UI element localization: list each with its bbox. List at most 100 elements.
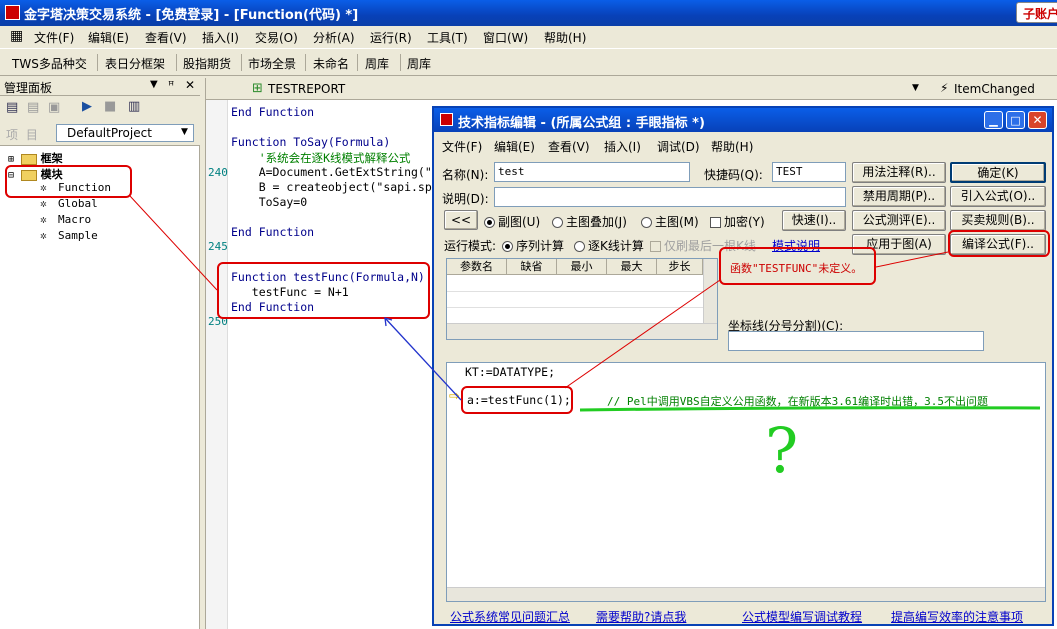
dialog-menu-file[interactable]: 文件(F) — [442, 138, 482, 155]
project-select[interactable]: DefaultProject ▼ — [56, 124, 194, 142]
formula-test-button[interactable]: 公式测评(E).. — [852, 210, 946, 231]
event-combo[interactable]: ItemChanged — [954, 82, 1035, 96]
menu-window[interactable]: 窗口(W) — [483, 29, 528, 46]
toolbar-item[interactable]: 周库 — [405, 54, 433, 73]
toolbar-separator — [305, 54, 306, 71]
menu-insert[interactable]: 插入(I) — [202, 29, 239, 46]
usage-button[interactable]: 用法注释(R).. — [852, 162, 946, 183]
menu-run[interactable]: 运行(R) — [370, 29, 412, 46]
properties-icon[interactable]: ▤ — [6, 100, 18, 115]
editor-header: ⊞ TESTREPORT ▼ ⚡ ItemChanged — [206, 78, 1057, 100]
radio-sub-chart[interactable]: 副图(U) — [484, 213, 540, 230]
dialog-menu-view[interactable]: 查看(V) — [548, 138, 590, 155]
stop-icon[interactable]: ■ — [104, 99, 116, 114]
object-name[interactable]: TESTREPORT — [268, 82, 345, 96]
radio-main-overlay[interactable]: 主图叠加(J) — [552, 213, 627, 230]
tutorial-link[interactable]: 公式模型编写调试教程 — [742, 608, 862, 625]
dialog-title-bar: 技术指标编辑 - (所属公式组 : 手眼指标 *) ▁ □ ✕ — [434, 108, 1052, 132]
checkbox-icon — [650, 241, 661, 252]
menu-trade[interactable]: 交易(O) — [255, 29, 298, 46]
line-number: 245 — [208, 240, 228, 253]
dialog-title: 技术指标编辑 - (所属公式组 : 手眼指标 *) — [458, 116, 705, 131]
tree-item-macro[interactable]: ✲ Macro — [40, 213, 91, 226]
tree-item-sample[interactable]: ✲ Sample — [40, 229, 98, 242]
menu-grip-icon: ▦ — [10, 28, 24, 44]
desc-input[interactable] — [494, 187, 846, 207]
project-label: 项 目 — [6, 128, 40, 142]
menu-analyze[interactable]: 分析(A) — [313, 29, 355, 46]
dialog-menu-debug[interactable]: 调试(D) — [657, 138, 700, 155]
radio-main-chart[interactable]: 主图(M) — [641, 213, 699, 230]
dropdown-icon[interactable]: ▼ — [150, 79, 158, 90]
tree-view-icon[interactable]: ▤ — [27, 100, 39, 115]
folder-icon — [20, 153, 37, 165]
name-input[interactable]: test — [494, 162, 690, 182]
code-hscroll[interactable] — [447, 587, 1045, 601]
grid-row-line — [447, 307, 703, 308]
grid-hscroll[interactable] — [447, 323, 717, 339]
annotation-box-call — [461, 386, 573, 414]
help-link[interactable]: 需要帮助?请点我 — [596, 608, 686, 625]
toolbar-item[interactable]: 未命名 — [311, 54, 351, 73]
shortcut-input[interactable]: TEST — [772, 162, 846, 182]
disable-period-button[interactable]: 禁用周期(P).. — [852, 186, 946, 207]
object-icon: ⊞ — [252, 81, 263, 96]
dialog-menu-insert[interactable]: 插入(I) — [604, 138, 641, 155]
toolbar-item[interactable]: 股指期货 — [181, 54, 233, 73]
import-formula-button[interactable]: 引入公式(O).. — [950, 186, 1046, 207]
axis-input[interactable] — [728, 331, 984, 351]
encrypt-checkbox[interactable]: 加密(Y) — [710, 213, 765, 230]
pin-icon[interactable]: ꟸ — [168, 79, 174, 92]
menu-help[interactable]: 帮助(H) — [544, 29, 586, 46]
account-button[interactable]: 子账户 — [1016, 2, 1057, 23]
efficiency-link[interactable]: 提高编写效率的注意事项 — [891, 608, 1023, 625]
close-icon[interactable]: ✕ — [185, 78, 195, 92]
radio-label: 副图(U) — [498, 215, 541, 229]
code-comment: '系统会在逐K线模式解释公式 — [231, 151, 411, 165]
menu-view[interactable]: 查看(V) — [145, 29, 187, 46]
param-grid[interactable]: 参数名 缺省 最小 最大 步长 — [446, 258, 718, 340]
module-gears-icon: ✲ — [40, 213, 47, 226]
tree-frame-label: 框架 — [40, 152, 63, 165]
annotation-box-compile — [948, 230, 1050, 257]
panel-toolbar: ▤ ▤ ▣ ▶ ■ ▥ — [0, 96, 200, 120]
chevron-down-icon[interactable]: ▼ — [912, 83, 919, 93]
tree-item-label: Sample — [58, 229, 98, 242]
save-icon[interactable]: ▣ — [48, 100, 60, 115]
document-icon[interactable]: ▥ — [128, 99, 140, 114]
question-mark: ? — [765, 414, 799, 487]
ok-button[interactable]: 确定(K) — [950, 162, 1046, 183]
formula-comment: // Pel中调用VBS自定义公用函数，在新版本3.61编译时出错，3.5不出问… — [607, 395, 988, 408]
trade-rules-button[interactable]: 买卖规则(B).. — [950, 210, 1046, 231]
menu-edit[interactable]: 编辑(E) — [88, 29, 129, 46]
dialog-menu-help[interactable]: 帮助(H) — [711, 138, 753, 155]
radio-kline[interactable]: 逐K线计算 — [574, 237, 644, 254]
menu-tools[interactable]: 工具(T) — [427, 29, 468, 46]
fast-button[interactable]: 快速(I).. — [782, 210, 846, 231]
toolbar-item[interactable]: 市场全景 — [246, 54, 298, 73]
toolbar-item[interactable]: 周库 — [363, 54, 391, 73]
tree-item-global[interactable]: ✲ Global — [40, 197, 98, 210]
dialog-menu-edit[interactable]: 编辑(E) — [494, 138, 535, 155]
collapse-button[interactable]: << — [444, 210, 478, 230]
close-icon[interactable]: ✕ — [1028, 111, 1047, 129]
lightning-icon: ⚡ — [940, 81, 949, 95]
toolbar-item[interactable]: 表日分框架 — [103, 54, 167, 73]
tree-frame-node[interactable]: ⊞ 框架 — [8, 150, 63, 166]
grid-vscroll[interactable] — [703, 259, 717, 323]
radio-label: 主图叠加(J) — [566, 215, 627, 229]
toolbar-item[interactable]: TWS多品种交 — [10, 54, 89, 73]
tree-item-label: Global — [58, 197, 98, 210]
run-icon[interactable]: ▶ — [82, 99, 92, 114]
radio-sequence[interactable]: 序列计算 — [502, 237, 564, 254]
annotation-box-code — [217, 262, 430, 319]
menu-file[interactable]: 文件(F) — [34, 29, 74, 46]
radio-icon — [502, 241, 513, 252]
faq-link[interactable]: 公式系统常见问题汇总 — [450, 608, 570, 625]
minimize-icon[interactable]: ▁ — [984, 111, 1003, 129]
radio-label: 主图(M) — [655, 215, 699, 229]
code-line: Function ToSay(Formula) — [231, 135, 391, 149]
breakpoint-arrow-icon: ⇨ — [449, 389, 460, 404]
code-line: A=Document.GetExtString(" — [231, 165, 432, 179]
maximize-icon[interactable]: □ — [1006, 111, 1025, 129]
